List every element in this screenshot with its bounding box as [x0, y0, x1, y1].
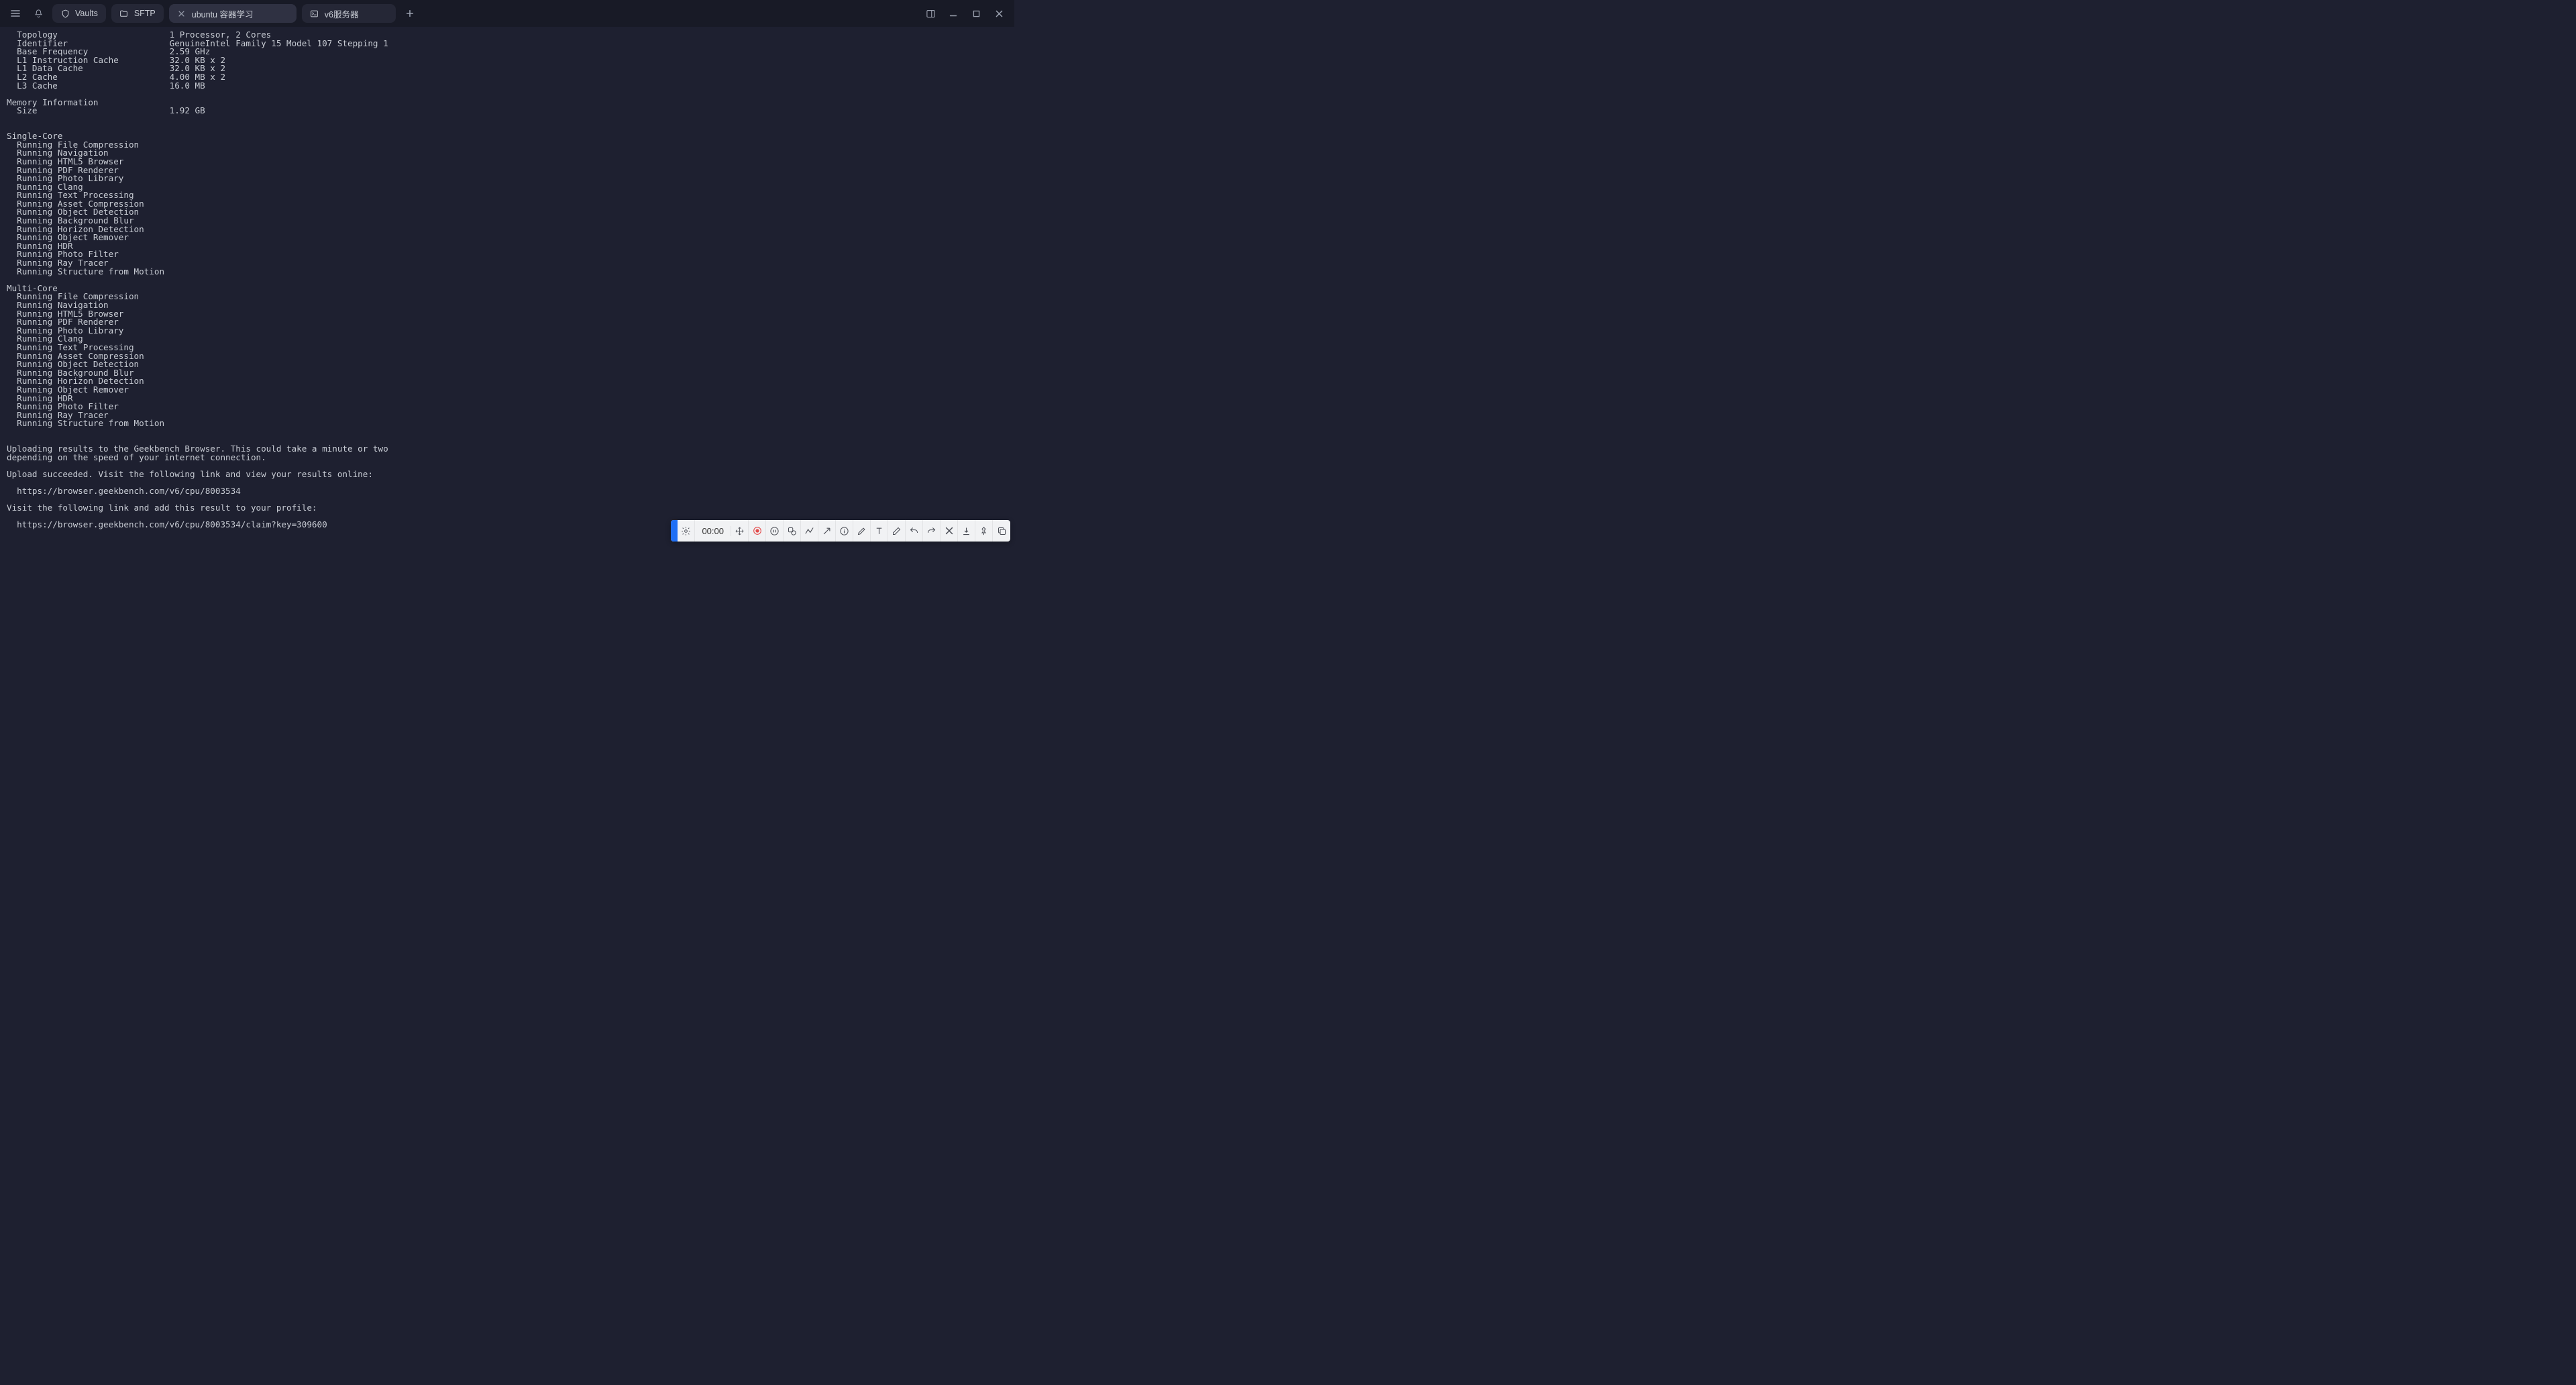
tab-label: SFTP [134, 9, 156, 18]
drag-handle[interactable] [671, 520, 678, 542]
tab-v6[interactable]: v6服务器 [302, 4, 396, 23]
cancel-icon[interactable] [941, 520, 958, 542]
timer-display: 00:00 [695, 526, 731, 536]
folder-icon [119, 9, 129, 18]
arrow-icon[interactable] [818, 520, 836, 542]
redo-icon[interactable] [923, 520, 941, 542]
undo-icon[interactable] [906, 520, 923, 542]
pencil-icon[interactable] [853, 520, 871, 542]
close-icon[interactable] [177, 9, 186, 18]
new-tab-button[interactable] [401, 5, 419, 22]
terminal-output[interactable]: Topology 1 Processor, 2 Cores Identifier… [0, 27, 1014, 536]
terminal-icon [310, 9, 319, 18]
recording-toolbar: 00:00 [671, 520, 1010, 542]
window-close-icon[interactable] [990, 5, 1008, 22]
pause-icon[interactable] [766, 520, 784, 542]
tab-label: v6服务器 [325, 7, 359, 20]
sidebar-toggle-icon[interactable] [922, 5, 939, 22]
info-icon[interactable] [836, 520, 853, 542]
tab-vaults[interactable]: Vaults [52, 4, 106, 23]
record-icon[interactable] [749, 520, 766, 542]
eraser-icon[interactable] [888, 520, 906, 542]
tab-label: ubuntu 容器学习 [192, 7, 254, 20]
text-icon[interactable] [871, 520, 888, 542]
window-controls [922, 5, 1008, 22]
gear-icon[interactable] [678, 520, 695, 542]
bell-icon[interactable] [30, 5, 47, 22]
shield-icon [60, 9, 70, 18]
pin-icon[interactable] [975, 520, 993, 542]
minimize-icon[interactable] [945, 5, 962, 22]
tab-sftp[interactable]: SFTP [111, 4, 164, 23]
tab-bar: Vaults SFTP ubuntu 容器学习 v6服务器 [0, 0, 1014, 27]
copy-icon[interactable] [993, 520, 1010, 542]
shape-icon[interactable] [784, 520, 801, 542]
menu-icon[interactable] [7, 5, 24, 22]
tab-ubuntu[interactable]: ubuntu 容器学习 [169, 4, 297, 23]
tab-label: Vaults [75, 9, 98, 18]
polyline-icon[interactable] [801, 520, 818, 542]
download-icon[interactable] [958, 520, 975, 542]
maximize-icon[interactable] [967, 5, 985, 22]
move-icon[interactable] [731, 520, 749, 542]
